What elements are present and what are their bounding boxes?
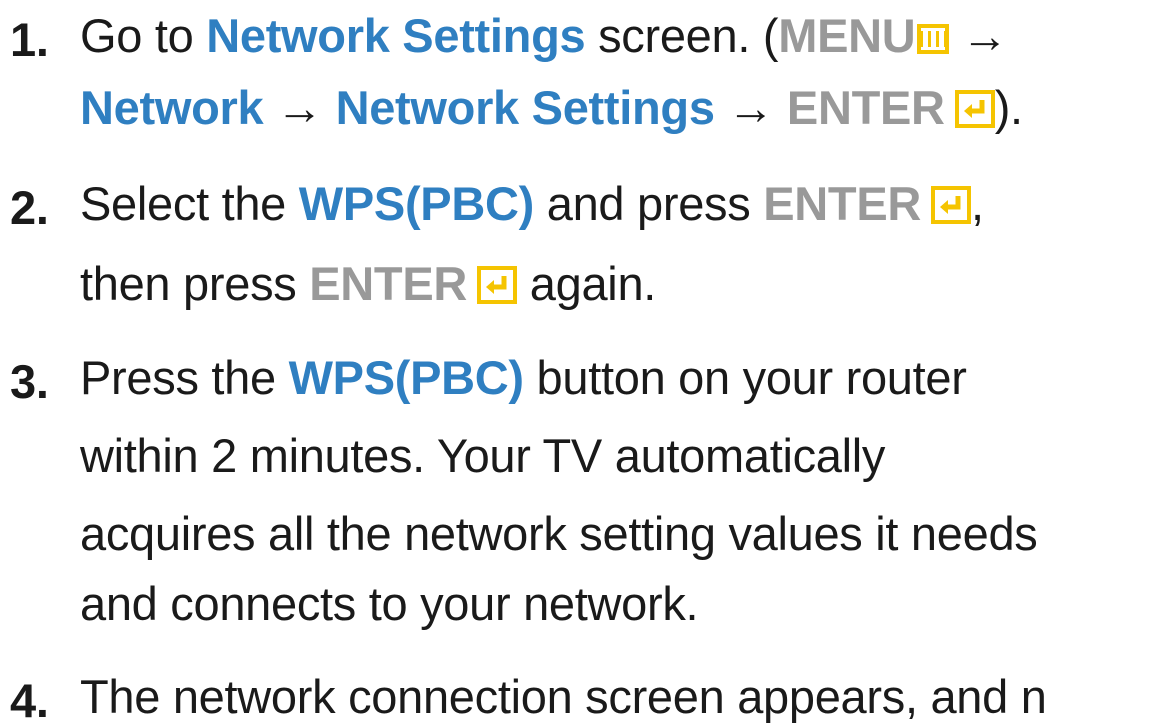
step-text: again. [517, 257, 657, 310]
step-line: then press ENTER again. [80, 260, 656, 307]
step-text: Press the [80, 351, 289, 404]
step-text: within 2 minutes. Your TV automatically [80, 429, 886, 482]
step-text: The network connection screen appears, a… [80, 670, 1047, 723]
enter-button-label: ENTER [309, 257, 468, 310]
step-line: Press the WPS(PBC) button on your router [80, 354, 967, 401]
step-text: Go to [80, 9, 207, 62]
wps-pbc-term: WPS(PBC) [298, 177, 535, 230]
enter-button-label: ENTER [786, 81, 945, 134]
arrow-text: → [714, 81, 787, 134]
step-text: button on your router [523, 351, 967, 404]
step-text: ). [994, 81, 1023, 134]
menu-button-label: MENU [778, 9, 916, 62]
step-text: , [971, 177, 984, 230]
step-text: acquires all the network setting values … [80, 507, 1038, 560]
step-number: 3. [10, 355, 49, 408]
step-line: Go to Network Settings screen. (MENU → [80, 12, 1008, 59]
step-line: Network → Network Settings → ENTER). [80, 84, 1023, 131]
menu-button-icon [917, 24, 950, 54]
step-number: 2. [10, 181, 49, 234]
step-line: Select the WPS(PBC) and press ENTER, [80, 180, 984, 227]
step-line: The network connection screen appears, a… [80, 673, 1047, 720]
step-text: then press [80, 257, 310, 310]
arrow-text: → [961, 9, 1009, 62]
enter-icon [954, 90, 995, 128]
wps-pbc-term: WPS(PBC) [288, 351, 525, 404]
arrow-text: → [263, 81, 336, 134]
network-settings-term: Network Settings [206, 9, 586, 62]
step-text: and press [533, 177, 764, 230]
manual-page: 1. Go to Network Settings screen. (MENU →… [0, 0, 1157, 724]
step-number: 1. [10, 13, 49, 66]
step-line: and connects to your network. [80, 577, 699, 630]
network-settings-term: Network Settings [335, 81, 715, 134]
step-line: acquires all the network setting values … [80, 507, 1038, 560]
step-text: and connects to your network. [80, 577, 699, 630]
enter-icon [931, 186, 972, 224]
step-text: screen. ( [585, 9, 779, 62]
enter-button-label: ENTER [763, 177, 922, 230]
step-text: Select the [80, 177, 299, 230]
enter-icon [477, 266, 518, 304]
network-term: Network [80, 81, 264, 134]
step-line: within 2 minutes. Your TV automatically [80, 432, 885, 479]
step-number: 4. [10, 674, 49, 724]
